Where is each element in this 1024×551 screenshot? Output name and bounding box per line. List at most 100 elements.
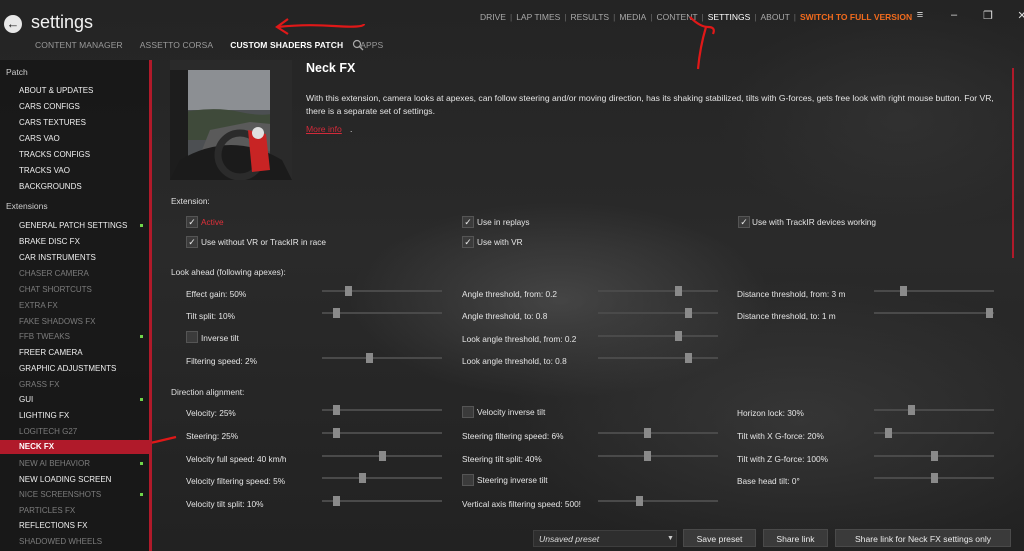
content-scrollbar[interactable] — [1012, 68, 1014, 258]
sidebar-item-new-ai-behavior[interactable]: NEW AI BEHAVIOR — [19, 457, 147, 471]
sidebar-item-nice-screenshots[interactable]: NICE SCREENSHOTS — [19, 488, 147, 502]
subtab-content-manager[interactable]: CONTENT MANAGER — [35, 40, 123, 50]
tilt-split-slider[interactable] — [322, 308, 442, 318]
sidebar-item-about-updates[interactable]: ABOUT & UPDATES — [19, 84, 147, 98]
share-neck-fx-link-button[interactable]: Share link for Neck FX settings only — [835, 529, 1011, 547]
sidebar-item-tracks-configs[interactable]: TRACKS CONFIGS — [19, 148, 147, 162]
use-in-replays-checkbox[interactable]: ✓ — [462, 216, 474, 228]
sidebar-scrollbar[interactable] — [149, 60, 152, 551]
extension-group-title: Extension: — [171, 196, 210, 206]
maximize-icon[interactable]: ❐ — [971, 9, 1005, 22]
filtering-speed-label: Filtering speed: 2% — [186, 356, 258, 366]
velocity-filtering-speed-slider[interactable] — [322, 473, 442, 483]
distance-threshold-to-label: Distance threshold, to: 1 m — [737, 311, 836, 321]
sidebar-item-reflections-fx[interactable]: REFLECTIONS FX — [19, 519, 147, 533]
preset-dropdown[interactable]: Unsaved preset — [533, 530, 677, 547]
sidebar-item-fake-shadows-fx[interactable]: FAKE SHADOWS FX — [19, 315, 147, 329]
topnav-drive[interactable]: DRIVE — [480, 12, 506, 22]
steering-slider[interactable] — [322, 428, 442, 438]
menu-icon[interactable]: ≡ — [903, 9, 937, 22]
use-without-vr-label: Use without VR or TrackIR in race — [201, 237, 326, 247]
sidebar-item-grass-fx[interactable]: GRASS FX — [19, 378, 147, 392]
sidebar-item-cars-vao[interactable]: CARS VAO — [19, 132, 147, 146]
steering-label: Steering: 25% — [186, 431, 239, 441]
minimize-icon[interactable]: – — [937, 9, 971, 22]
sidebar-item-shadowed-wheels[interactable]: SHADOWED WHEELS — [19, 535, 147, 549]
topnav-results[interactable]: RESULTS — [571, 12, 610, 22]
angle-threshold-from-slider[interactable] — [598, 286, 718, 296]
subtab-assetto-corsa[interactable]: ASSETTO CORSA — [140, 40, 213, 50]
use-without-vr-checkbox[interactable]: ✓ — [186, 236, 198, 248]
sidebar-item-neck-fx[interactable]: NECK FX — [0, 440, 150, 454]
sidebar-item-brake-disc-fx[interactable]: BRAKE DISC FX — [19, 235, 147, 249]
search-icon[interactable] — [352, 39, 364, 51]
tilt-z-gforce-slider[interactable] — [874, 451, 994, 461]
status-dot-icon — [140, 462, 143, 465]
sidebar-item-general-patch-settings[interactable]: GENERAL PATCH SETTINGS — [19, 219, 147, 233]
velocity-inverse-tilt-checkbox[interactable] — [462, 406, 474, 418]
sidebar-item-backgrounds[interactable]: BACKGROUNDS — [19, 180, 147, 194]
switch-full-version-link[interactable]: SWITCH TO FULL VERSION — [800, 12, 912, 22]
steering-tilt-split-label: Steering tilt split: 40% — [462, 454, 542, 464]
base-head-tilt-slider[interactable] — [874, 473, 994, 483]
chevron-down-icon[interactable]: ▼ — [667, 535, 674, 542]
tilt-x-gforce-label: Tilt with X G-force: 20% — [737, 431, 824, 441]
sidebar-item-chat-shortcuts[interactable]: CHAT SHORTCUTS — [19, 283, 147, 297]
steering-filtering-speed-label: Steering filtering speed: 6% — [462, 431, 564, 441]
distance-threshold-to-slider[interactable] — [874, 308, 994, 318]
status-dot-icon — [140, 335, 143, 338]
sidebar-item-extra-fx[interactable]: EXTRA FX — [19, 299, 147, 313]
effect-gain-slider[interactable] — [322, 286, 442, 296]
sidebar-item-logitech-g27[interactable]: LOGITECH G27 — [19, 425, 147, 439]
sidebar-item-tracks-vao[interactable]: TRACKS VAO — [19, 164, 147, 178]
sidebar-item-graphic-adjustments[interactable]: GRAPHIC ADJUSTMENTS — [19, 362, 147, 376]
more-info-link[interactable]: More info — [306, 124, 342, 134]
inverse-tilt-checkbox[interactable] — [186, 331, 198, 343]
sidebar-item-lighting-fx[interactable]: LIGHTING FX — [19, 409, 147, 423]
sidebar-item-cars-configs[interactable]: CARS CONFIGS — [19, 100, 147, 114]
page-title: settings — [31, 12, 94, 32]
tilt-x-gforce-slider[interactable] — [874, 428, 994, 438]
angle-threshold-to-slider[interactable] — [598, 308, 718, 318]
look-angle-from-slider[interactable] — [598, 331, 718, 341]
sidebar-item-particles-fx[interactable]: PARTICLES FX — [19, 504, 147, 518]
sidebar-item-car-instruments[interactable]: CAR INSTRUMENTS — [19, 251, 147, 265]
velocity-filtering-speed-label: Velocity filtering speed: 5% — [186, 476, 286, 486]
sidebar-item-freer-camera[interactable]: FREER CAMERA — [19, 346, 147, 360]
use-in-replays-label: Use in replays — [477, 217, 530, 227]
sidebar-section-patch: Patch — [6, 67, 28, 77]
subtab-custom-shaders-patch[interactable]: CUSTOM SHADERS PATCH — [230, 40, 343, 50]
vertical-axis-filtering-slider[interactable] — [598, 496, 718, 506]
distance-threshold-from-slider[interactable] — [874, 286, 994, 296]
steering-tilt-split-slider[interactable] — [598, 451, 718, 461]
active-checkbox[interactable]: ✓ — [186, 216, 198, 228]
use-with-vr-checkbox[interactable]: ✓ — [462, 236, 474, 248]
sidebar-item-new-loading-screen[interactable]: NEW LOADING SCREEN — [19, 473, 147, 487]
sidebar-item-cars-textures[interactable]: CARS TEXTURES — [19, 116, 147, 130]
use-with-trackir-label: Use with TrackIR devices working — [752, 217, 877, 227]
sidebar-item-ffb-tweaks[interactable]: FFB TWEAKS — [19, 330, 147, 344]
topnav-lap-times[interactable]: LAP TIMES — [516, 12, 560, 22]
velocity-slider[interactable] — [322, 405, 442, 415]
velocity-label: Velocity: 25% — [186, 408, 236, 418]
angle-threshold-to-label: Angle threshold, to: 0.8 — [462, 311, 548, 321]
velocity-tilt-split-slider[interactable] — [322, 496, 442, 506]
close-icon[interactable]: ✕ — [1005, 9, 1024, 22]
look-angle-to-slider[interactable] — [598, 353, 718, 363]
back-arrow-icon[interactable]: ← — [4, 15, 22, 33]
velocity-full-speed-slider[interactable] — [322, 451, 442, 461]
use-with-trackir-checkbox[interactable]: ✓ — [738, 216, 750, 228]
sidebar-item-gui[interactable]: GUI — [19, 393, 147, 407]
save-preset-button[interactable]: Save preset — [683, 529, 756, 547]
horizon-lock-slider[interactable] — [874, 405, 994, 415]
topnav-about[interactable]: ABOUT — [761, 12, 790, 22]
steering-inverse-tilt-checkbox[interactable] — [462, 474, 474, 486]
tilt-z-gforce-label: Tilt with Z G-force: 100% — [737, 454, 828, 464]
horizon-lock-label: Horizon lock: 30% — [737, 408, 804, 418]
sidebar-item-chaser-camera[interactable]: CHASER CAMERA — [19, 267, 147, 281]
share-link-button[interactable]: Share link — [763, 529, 828, 547]
steering-filtering-speed-slider[interactable] — [598, 428, 718, 438]
filtering-speed-slider[interactable] — [322, 353, 442, 363]
topnav-media[interactable]: MEDIA — [619, 12, 646, 22]
neck-fx-preview-image — [170, 60, 292, 180]
